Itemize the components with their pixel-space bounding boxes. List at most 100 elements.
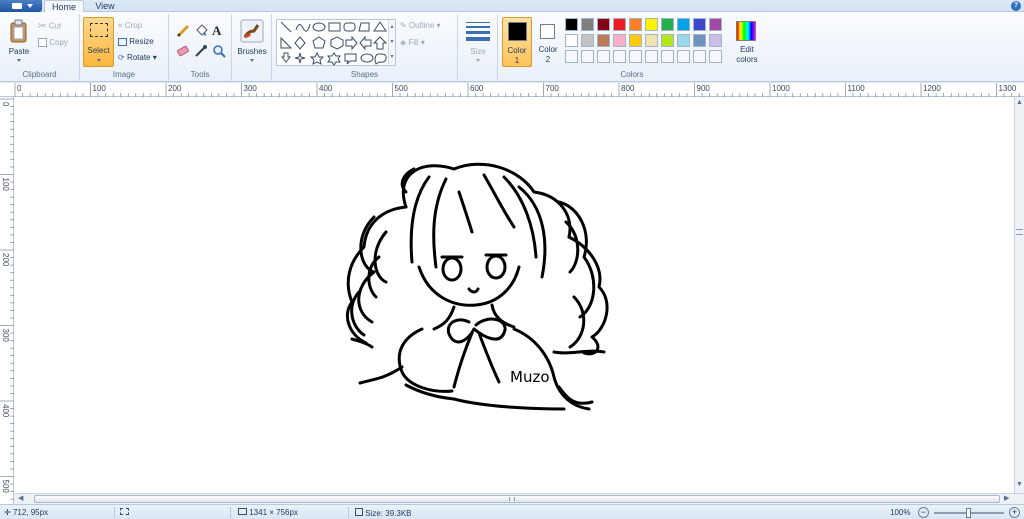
select-rectangle-icon: [90, 23, 108, 37]
palette-custom-slot[interactable]: [709, 50, 722, 63]
palette-swatch[interactable]: [645, 18, 658, 31]
colors-group-label: Colors: [620, 70, 644, 79]
chevron-down-icon: ▾: [420, 38, 425, 47]
ruler-label: 400: [319, 84, 333, 93]
palette-swatch[interactable]: [629, 18, 642, 31]
shapes-group-label: Shapes: [350, 70, 379, 79]
chevron-down-icon: ▾: [152, 53, 157, 62]
workspace: Muzo: [14, 97, 1024, 493]
color-picker-icon[interactable]: [194, 44, 208, 58]
fill-button[interactable]: ◈ Fill ▾: [400, 38, 425, 47]
palette-custom-slot[interactable]: [677, 50, 690, 63]
brushes-label: Brushes: [237, 47, 267, 56]
palette-swatch[interactable]: [693, 34, 706, 47]
paint-menu-button[interactable]: [0, 0, 42, 12]
status-bar: ✛ 712, 95px 1341 × 756px Size: 39.3KB 10…: [0, 504, 1024, 519]
palette-swatch[interactable]: [629, 34, 642, 47]
hexagon-shape-icon: [330, 36, 344, 50]
copy-icon: [38, 38, 47, 48]
palette-swatch[interactable]: [581, 34, 594, 47]
color2-button[interactable]: Color 2: [535, 17, 561, 67]
signature-text: Muzo: [510, 368, 550, 386]
eraser-icon[interactable]: [176, 44, 190, 58]
vertical-scrollbar[interactable]: ▲ ▼: [1014, 97, 1024, 493]
fill-bucket-icon[interactable]: [194, 24, 208, 38]
palette-swatch[interactable]: [661, 34, 674, 47]
copy-button[interactable]: Copy: [38, 38, 68, 48]
paste-button[interactable]: Paste: [5, 17, 33, 67]
palette-swatch[interactable]: [709, 34, 722, 47]
pencil-icon[interactable]: [176, 24, 190, 38]
size-label: Size: [470, 47, 486, 56]
palette-swatch[interactable]: [677, 18, 690, 31]
ruler-label: 1000: [772, 84, 790, 93]
resize-label: Resize: [129, 37, 154, 46]
zoom-in-button[interactable]: +: [1009, 507, 1020, 518]
zoom-out-button[interactable]: −: [918, 507, 929, 518]
scroll-up-icon[interactable]: ▲: [1016, 99, 1023, 106]
palette-swatch[interactable]: [565, 18, 578, 31]
brushes-button[interactable]: Brushes: [234, 17, 270, 67]
zoom-slider[interactable]: [934, 508, 1004, 518]
size-group: Size: [458, 14, 498, 81]
palette-swatch[interactable]: [613, 34, 626, 47]
palette-custom-slot[interactable]: [661, 50, 674, 63]
help-icon[interactable]: ?: [1011, 1, 1021, 11]
palette-swatch[interactable]: [693, 18, 706, 31]
size-button[interactable]: Size: [462, 17, 494, 67]
ruler-label: 0: [17, 84, 22, 93]
palette-swatch[interactable]: [597, 18, 610, 31]
resize-button[interactable]: Resize: [118, 37, 154, 46]
palette-swatch[interactable]: [565, 34, 578, 47]
color1-swatch: [508, 22, 527, 41]
palette-custom-slot[interactable]: [645, 50, 658, 63]
selection-icon: [120, 508, 129, 515]
horizontal-scroll-thumb[interactable]: [34, 495, 1000, 503]
clipboard-group: Paste ✂ Cut Copy Clipboard: [0, 14, 80, 81]
palette-swatch[interactable]: [645, 34, 658, 47]
palette-custom-slot[interactable]: [597, 50, 610, 63]
edit-colors-label-1: Edit: [740, 45, 754, 54]
palette-custom-slot[interactable]: [629, 50, 642, 63]
palette-swatch[interactable]: [709, 18, 722, 31]
select-button[interactable]: Select: [83, 17, 114, 67]
palette-swatch[interactable]: [677, 34, 690, 47]
shapes-scroll[interactable]: ▴ ▾ ▾: [388, 20, 395, 65]
cut-button[interactable]: ✂ Cut: [38, 21, 61, 32]
text-tool-icon[interactable]: A: [212, 23, 221, 39]
shapes-gallery-icons[interactable]: [279, 20, 389, 66]
palette-custom-slot[interactable]: [613, 50, 626, 63]
chevron-down-icon: [17, 59, 21, 62]
color1-button[interactable]: Color 1: [502, 17, 532, 67]
ruler-label: 200: [168, 84, 182, 93]
status-separator: [114, 507, 115, 518]
crop-button[interactable]: ⌗ Crop: [118, 21, 142, 31]
horizontal-scrollbar[interactable]: ◀ ▶: [14, 493, 1024, 504]
palette-swatch[interactable]: [613, 18, 626, 31]
copy-label: Copy: [49, 38, 68, 47]
pencil-outline-icon: ✎: [400, 21, 407, 31]
palette-custom-slot[interactable]: [581, 50, 594, 63]
ruler-label: 200: [1, 253, 10, 267]
scroll-down-icon[interactable]: ▼: [1016, 481, 1023, 488]
palette-swatch[interactable]: [581, 18, 594, 31]
scroll-left-icon[interactable]: ◀: [18, 494, 23, 502]
scroll-right-icon[interactable]: ▶: [1004, 494, 1009, 502]
palette-custom-slot[interactable]: [565, 50, 578, 63]
edit-colors-button[interactable]: Edit colors: [731, 17, 763, 67]
palette-custom-slot[interactable]: [693, 50, 706, 63]
paste-icon: [10, 19, 27, 43]
outline-button[interactable]: ✎ Outline ▾: [400, 21, 441, 30]
rotate-button[interactable]: ⟳ Rotate ▾: [118, 53, 157, 62]
right-arrow-shape-icon: [345, 35, 358, 51]
palette-swatch[interactable]: [597, 34, 610, 47]
diamond-shape-icon: [294, 36, 306, 50]
drawing-canvas[interactable]: Muzo: [14, 97, 1014, 493]
color-palette: [565, 18, 729, 68]
polygon-shape-icon: [358, 22, 370, 32]
zoom-slider-thumb[interactable]: [966, 508, 971, 518]
file-size: Size: 39.3KB: [355, 508, 411, 518]
shapes-gallery: ▴ ▾ ▾: [276, 19, 396, 66]
palette-swatch[interactable]: [661, 18, 674, 31]
magnifier-icon[interactable]: [212, 44, 226, 58]
